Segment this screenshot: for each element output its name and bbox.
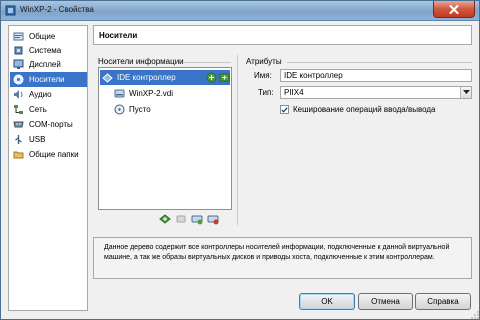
info-panel: Данное дерево содержит все контроллеры н…	[93, 237, 472, 279]
shared-folder-icon	[13, 149, 24, 160]
chevron-down-icon[interactable]	[460, 87, 471, 98]
sidebar-item-label: Сеть	[29, 105, 47, 114]
tree-item-hard-disk[interactable]: WinXP-2.vdi	[100, 86, 230, 101]
name-field[interactable]	[280, 69, 472, 82]
sidebar-item-label: Система	[29, 46, 62, 55]
virtualbox-app-icon	[5, 5, 16, 16]
name-label: Имя:	[254, 71, 272, 80]
page-title: Носители	[99, 31, 138, 40]
add-cd-drive-icon[interactable]	[206, 72, 217, 83]
sidebar-item-display[interactable]: Дисплей	[10, 57, 87, 72]
tree-item-ide-controller[interactable]: IDE контроллер	[100, 70, 230, 85]
add-disk-icon	[191, 215, 203, 225]
serial-port-icon	[13, 119, 24, 130]
checkmark-icon	[281, 106, 288, 113]
add-attachment-icon	[176, 215, 186, 223]
sidebar-item-storage[interactable]: Носители	[10, 72, 87, 87]
add-disk-button[interactable]	[191, 213, 203, 225]
tree-item-label: WinXP-2.vdi	[129, 89, 174, 98]
add-controller-button[interactable]	[159, 213, 171, 225]
remove-icon	[207, 215, 219, 225]
storage-tree-toolbar	[159, 213, 235, 225]
add-controller-icon	[159, 214, 171, 224]
sidebar-item-shared-folders[interactable]: Общие папки	[10, 147, 87, 162]
sidebar-item-label: Общие папки	[29, 150, 79, 159]
title-bar[interactable]: WinXP-2 - Свойства	[1, 1, 479, 21]
tree-item-label: Пусто	[129, 105, 151, 114]
cancel-button[interactable]: Отмена	[358, 293, 413, 310]
properties-window: WinXP-2 - Свойства Общие Система Дисплей	[0, 0, 480, 320]
hard-disk-icon	[114, 88, 125, 99]
window-title: WinXP-2 - Свойства	[20, 5, 94, 14]
close-window-button[interactable]	[433, 1, 475, 18]
sidebar-item-label: COM-порты	[29, 120, 73, 129]
remove-attachment-button[interactable]	[207, 213, 219, 225]
tree-item-empty-drive[interactable]: Пусто	[100, 102, 230, 117]
sidebar-item-label: USB	[29, 135, 46, 144]
io-cache-label: Кеширование операций ввода/вывода	[293, 105, 436, 114]
system-chip-icon	[13, 45, 24, 56]
storage-tree[interactable]: IDE контроллер WinXP-2.vdi Пусто	[98, 67, 232, 210]
sidebar-item-label: Дисплей	[29, 60, 61, 69]
storage-disk-icon	[13, 74, 24, 85]
type-select[interactable]: PIIX4	[280, 86, 472, 99]
audio-speaker-icon	[13, 89, 24, 100]
type-select-value: PIIX4	[284, 88, 304, 97]
help-button[interactable]: Справка	[415, 293, 471, 310]
sidebar-item-label: Аудио	[29, 90, 52, 99]
storage-tree-label: Носители информации	[98, 57, 184, 66]
io-cache-checkbox[interactable]	[280, 105, 289, 114]
tree-item-label: IDE контроллер	[117, 73, 176, 82]
add-attachment-button[interactable]	[175, 213, 187, 225]
ok-button[interactable]: OK	[299, 293, 355, 310]
sidebar-item-general[interactable]: Общие	[10, 29, 87, 44]
optical-disc-icon	[114, 104, 125, 115]
sidebar-item-network[interactable]: Сеть	[10, 102, 87, 117]
network-icon	[13, 104, 24, 115]
sidebar-item-usb[interactable]: USB	[10, 132, 87, 147]
sidebar-item-label: Носители	[29, 75, 65, 84]
group-divider	[183, 62, 231, 63]
sidebar-item-com-ports[interactable]: COM-порты	[10, 117, 87, 132]
sidebar-item-label: Общие	[29, 32, 56, 41]
group-divider	[287, 62, 472, 63]
controller-icon	[102, 72, 113, 83]
display-monitor-icon	[13, 59, 24, 70]
page-header: Носители	[93, 25, 472, 45]
general-settings-icon	[13, 31, 24, 42]
close-icon	[449, 4, 459, 14]
add-hard-disk-icon[interactable]	[219, 72, 230, 83]
info-text: Данное дерево содержит все контроллеры н…	[104, 244, 450, 261]
sidebar-item-audio[interactable]: Аудио	[10, 87, 87, 102]
pane-splitter[interactable]	[237, 55, 238, 225]
resize-grip-icon[interactable]	[471, 311, 479, 319]
sidebar-item-system[interactable]: Система	[10, 43, 87, 58]
type-label: Тип:	[258, 88, 274, 97]
attributes-label: Атрибуты	[246, 57, 282, 66]
usb-icon	[13, 134, 24, 145]
settings-sidebar: Общие Система Дисплей Носители Аудио Сет…	[8, 25, 88, 311]
